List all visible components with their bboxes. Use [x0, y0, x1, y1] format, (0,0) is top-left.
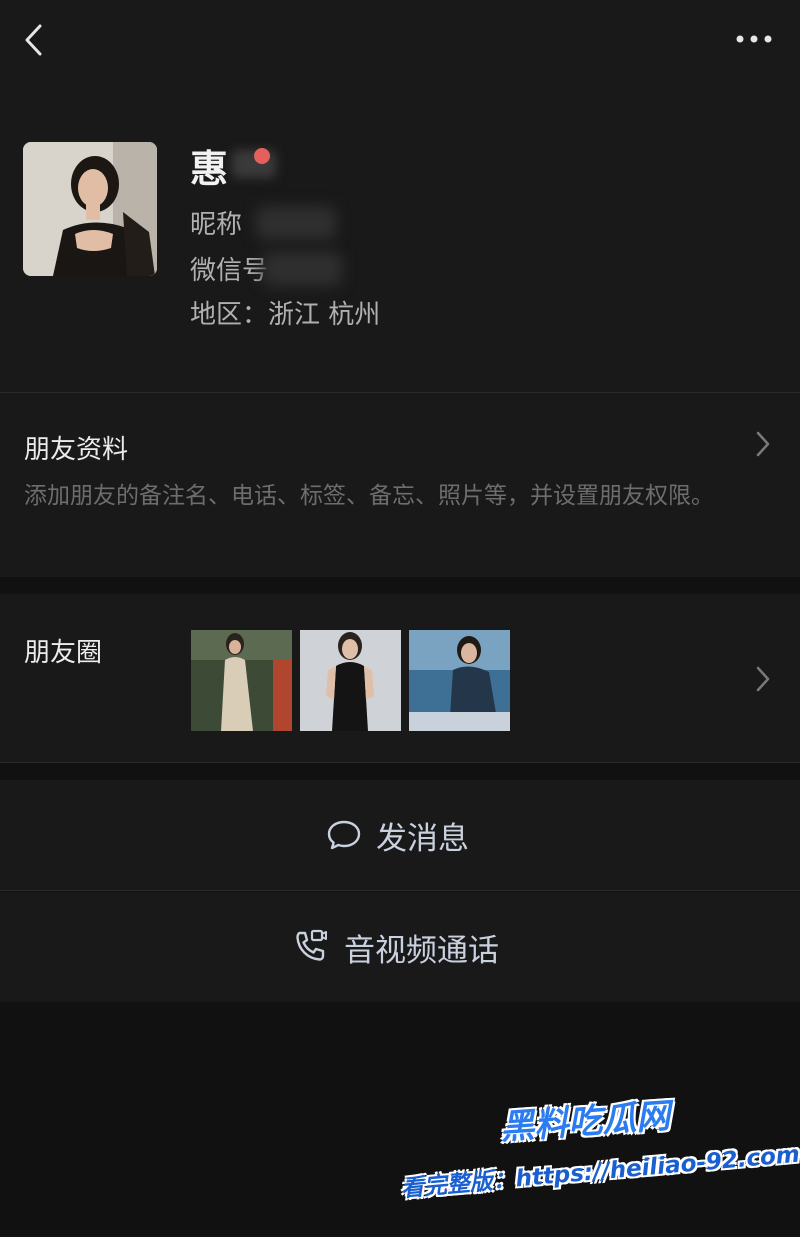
- moments-title: 朋友圈: [24, 638, 103, 668]
- watermark-url: 看完整版：https://heiliao-92.com: [399, 1141, 800, 1203]
- more-button[interactable]: [730, 26, 778, 52]
- watermark-brand: 黑料吃瓜网: [499, 1096, 672, 1148]
- divider: [0, 890, 800, 891]
- friend-info-row[interactable]: 朋友资料 添加朋友的备注名、电话、标签、备忘、照片等，并设置朋友权限。: [0, 393, 800, 577]
- profile-name: 惠: [190, 147, 229, 191]
- chat-bubble-icon: [327, 820, 361, 850]
- moment-photo-3[interactable]: [409, 630, 510, 731]
- send-message-label: 发消息: [376, 820, 469, 857]
- back-button[interactable]: [18, 20, 54, 60]
- video-call-icon: [296, 929, 327, 961]
- friend-info-description: 添加朋友的备注名、电话、标签、备忘、照片等，并设置朋友权限。: [24, 483, 714, 509]
- watermark: 黑料吃瓜网 看完整版：https://heiliao-92.com: [400, 1090, 800, 1237]
- moment-photo-1[interactable]: [191, 630, 292, 731]
- name-emoji: [254, 148, 270, 164]
- region-text: 地区：浙江 杭州: [190, 300, 381, 330]
- moment-photo-2[interactable]: [300, 630, 401, 731]
- send-message-button[interactable]: 发消息: [0, 780, 800, 890]
- top-bar: [0, 0, 800, 80]
- nickname-label: 昵称: [190, 210, 243, 240]
- profile-card: 惠 昵称 微信号 地区：浙江 杭州: [0, 80, 800, 392]
- friend-info-title: 朋友资料: [24, 435, 129, 465]
- chevron-right-icon: [756, 666, 770, 692]
- av-call-button[interactable]: 音视频通话: [0, 892, 800, 1002]
- wechat-id-label: 微信号: [190, 256, 269, 286]
- wechat-id-redaction: [262, 252, 342, 286]
- avatar[interactable]: [23, 142, 157, 276]
- chevron-left-icon: [25, 24, 42, 56]
- more-dots-icon: [736, 35, 772, 43]
- chevron-right-icon: [756, 431, 770, 457]
- divider: [0, 762, 800, 763]
- nickname-redaction: [256, 206, 336, 240]
- av-call-label: 音视频通话: [344, 932, 499, 969]
- moments-row[interactable]: 朋友圈: [0, 594, 800, 762]
